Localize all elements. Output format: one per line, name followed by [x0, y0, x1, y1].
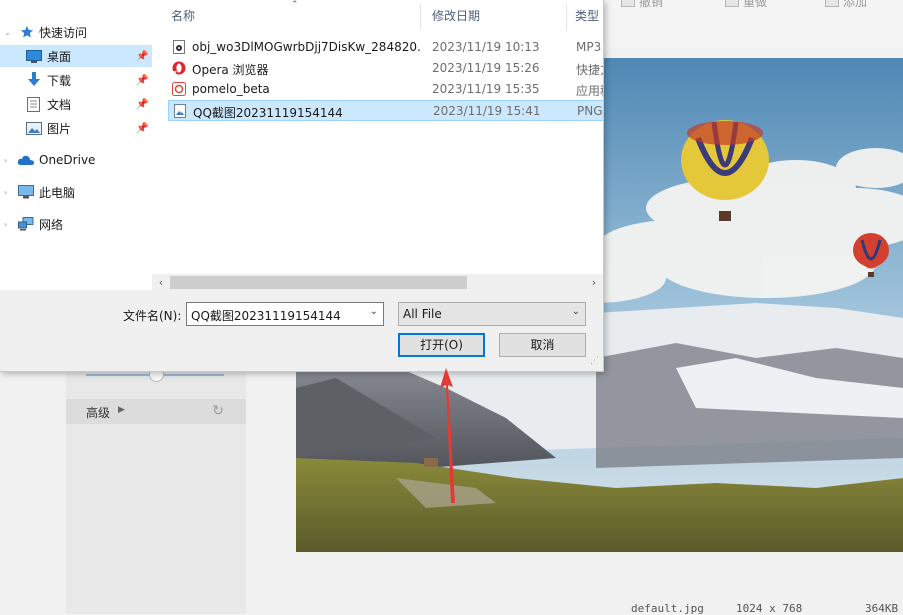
scrollbar-thumb[interactable]: [170, 276, 467, 289]
cancel-button[interactable]: 取消: [499, 333, 586, 357]
mp3-file-icon: [173, 40, 185, 54]
nav-item-downloads-label: 下载: [47, 73, 72, 88]
network-icon: [18, 217, 34, 231]
nav-item-documents-label: 文档: [47, 97, 72, 112]
redo-icon: [725, 0, 739, 7]
column-header-name-label: 名称: [171, 8, 196, 23]
nav-item-pictures[interactable]: 图片 📌: [0, 117, 152, 139]
file-modified: 2023/11/19 10:13: [432, 40, 540, 54]
file-row-selected[interactable]: QQ截图20231119154144 2023/11/19 15:41 PNG: [168, 100, 603, 121]
footer-filename: default.jpg: [631, 602, 704, 615]
chevron-down-icon[interactable]: ⌄: [572, 306, 580, 317]
filetype-value: All File: [403, 307, 442, 321]
file-type: 应用程: [576, 84, 603, 98]
desktop-icon: [26, 49, 42, 63]
column-separator[interactable]: [420, 4, 421, 30]
open-button[interactable]: 打开(O): [398, 333, 485, 357]
chevron-down-icon[interactable]: ⌄: [4, 28, 11, 37]
download-icon: [28, 72, 40, 86]
toolbar-add[interactable]: 添加: [825, 0, 868, 9]
file-modified: 2023/11/19 15:26: [432, 61, 540, 75]
nav-item-desktop-label: 桌面: [47, 49, 72, 64]
nav-network[interactable]: › 网络: [0, 213, 152, 235]
nav-network-label: 网络: [39, 217, 64, 232]
column-header-type[interactable]: 类型: [575, 0, 603, 30]
scroll-left-icon[interactable]: ‹: [154, 276, 168, 289]
nav-item-pictures-label: 图片: [47, 121, 72, 136]
column-header-name[interactable]: 名称: [171, 0, 411, 30]
toolbar-add-label: 添加: [843, 0, 868, 9]
computer-icon: [18, 185, 34, 199]
add-icon: [825, 0, 839, 7]
chevron-right-icon: ▶: [118, 405, 125, 415]
nav-onedrive-label: OneDrive: [39, 153, 96, 167]
column-header-modified-label: 修改日期: [432, 8, 481, 23]
nav-item-downloads[interactable]: 下载 📌: [0, 69, 152, 91]
navigation-pane: ⌄ 快速访问 桌面 📌 下载 📌 文档 📌 图片 📌 › OneDrive › …: [0, 0, 152, 290]
pin-icon: 📌: [136, 98, 149, 110]
file-type: MP3: [576, 40, 602, 54]
nav-item-documents[interactable]: 文档 📌: [0, 93, 152, 115]
column-separator[interactable]: [566, 4, 567, 30]
footer-filesize: 364KB: [865, 602, 899, 615]
nav-this-pc-label: 此电脑: [39, 185, 76, 200]
toolbar-redo-label: 重做: [743, 0, 768, 9]
advanced-label: 高级: [86, 406, 111, 420]
nav-onedrive[interactable]: › OneDrive: [0, 149, 152, 171]
nav-quick-access[interactable]: ⌄ 快速访问: [0, 21, 152, 43]
pin-icon: 📌: [136, 122, 149, 134]
advanced-section[interactable]: 高级 ▶ ↻: [66, 399, 246, 424]
file-row[interactable]: obj_wo3DlMOGwrbDjj7DisKw_284820... 2023/…: [168, 37, 603, 58]
reset-icon[interactable]: ↻: [212, 403, 224, 419]
horizontal-scrollbar[interactable]: ‹ ›: [152, 274, 603, 291]
filetype-select[interactable]: All File ⌄: [398, 302, 586, 326]
chevron-down-icon[interactable]: ⌄: [370, 306, 378, 317]
document-icon: [27, 96, 40, 112]
toolbar-undo[interactable]: 撤销: [621, 0, 664, 9]
file-modified: 2023/11/19 15:35: [432, 82, 540, 96]
file-row[interactable]: pomelo_beta 2023/11/19 15:35 应用程: [168, 79, 603, 100]
app-icon: [172, 82, 186, 96]
toolbar-redo[interactable]: 重做: [725, 0, 768, 9]
chevron-right-icon[interactable]: ›: [4, 220, 7, 229]
app-toolbar: 撤销 重做 添加: [603, 0, 903, 48]
filename-input[interactable]: QQ截图20231119154144: [191, 307, 341, 324]
file-type: 快捷方: [576, 63, 603, 77]
nav-quick-access-label: 快速访问: [39, 25, 88, 40]
toolbar-undo-label: 撤销: [639, 0, 664, 9]
file-type: PNG: [577, 104, 603, 118]
file-row[interactable]: Opera 浏览器 2023/11/19 15:26 快捷方: [168, 58, 603, 79]
file-modified: 2023/11/19 15:41: [433, 104, 541, 118]
resize-grip-icon[interactable]: ⋰: [590, 356, 599, 366]
nav-item-desktop[interactable]: 桌面 📌: [0, 45, 152, 67]
file-name: QQ截图20231119154144: [193, 106, 343, 120]
chevron-right-icon[interactable]: ›: [4, 156, 7, 165]
picture-icon: [26, 121, 42, 135]
footer-dimensions: 1024 x 768: [736, 602, 803, 615]
filename-combobox[interactable]: QQ截图20231119154144 ⌄: [186, 302, 384, 326]
file-name: pomelo_beta: [192, 82, 270, 96]
file-name: obj_wo3DlMOGwrbDjj7DisKw_284820...: [192, 40, 422, 54]
png-file-icon: [174, 104, 186, 118]
undo-icon: [621, 0, 635, 7]
scroll-right-icon[interactable]: ›: [587, 276, 601, 289]
chevron-right-icon[interactable]: ›: [4, 188, 7, 197]
cloud-icon: [17, 155, 34, 165]
filename-label: 文件名(N):: [123, 309, 182, 323]
pin-icon: 📌: [136, 74, 149, 86]
nav-this-pc[interactable]: › 此电脑: [0, 181, 152, 203]
open-file-dialog: ⌄ 快速访问 桌面 📌 下载 📌 文档 📌 图片 📌 › OneDrive › …: [0, 0, 604, 372]
pin-icon: 📌: [136, 50, 149, 62]
file-name: Opera 浏览器: [192, 63, 269, 77]
opera-icon: [172, 61, 186, 75]
column-header-type-label: 类型: [575, 8, 600, 23]
file-list: ⌃ 名称 修改日期 类型 obj_wo3DlMOGwrbDjj7DisKw_28…: [152, 0, 603, 290]
column-header-modified[interactable]: 修改日期: [432, 0, 562, 30]
star-icon: [21, 26, 33, 38]
